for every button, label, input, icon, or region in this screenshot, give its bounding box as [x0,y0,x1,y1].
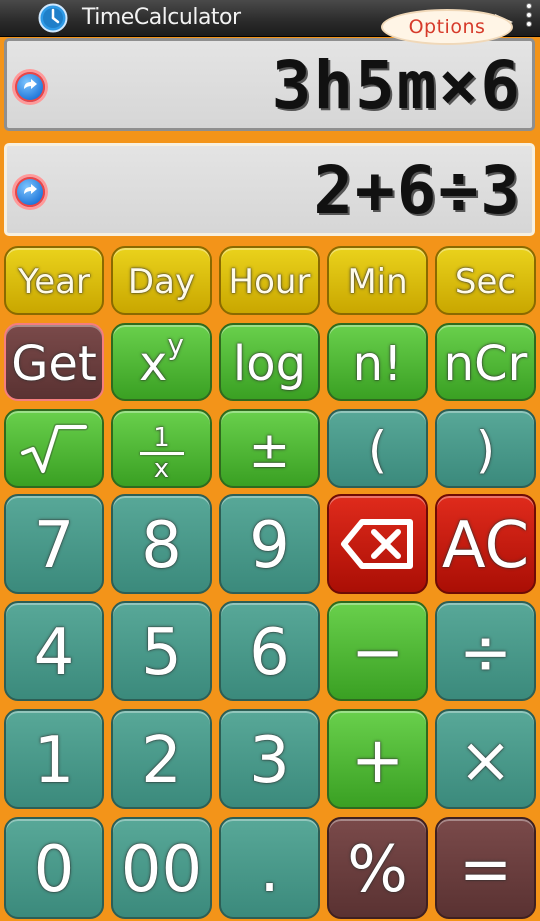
sqrt-button[interactable] [4,409,104,488]
power-button[interactable]: xy [111,323,212,401]
digit-9-button[interactable]: 9 [219,494,320,594]
decimal-point-button[interactable]: . [219,817,320,919]
digit-1-button[interactable]: 1 [4,709,104,809]
secondary-display-text: 2+6÷3 [313,152,522,229]
minus-button[interactable]: − [327,601,428,701]
clock-icon [38,3,68,33]
primary-display[interactable]: 3h5m×6 [4,38,535,131]
digit-4-button[interactable]: 4 [4,601,104,701]
multiply-button[interactable]: × [435,709,536,809]
digit-5-button[interactable]: 5 [111,601,212,701]
log-button[interactable]: log [219,323,320,401]
digit-6-button[interactable]: 6 [219,601,320,701]
sec-button[interactable]: Sec [435,246,536,315]
backspace-button[interactable] [327,494,428,594]
square-root-icon [19,423,89,475]
get-button[interactable]: Get [4,323,104,401]
app-title: TimeCalculator [82,5,241,30]
equals-button[interactable]: = [435,817,536,919]
reciprocal-numerator: 1 [153,423,170,453]
power-base-label: x [139,336,168,392]
all-clear-button[interactable]: AC [435,494,536,594]
reciprocal-denominator: x [153,454,170,484]
right-paren-button[interactable]: ) [435,409,536,488]
backspace-icon [340,519,413,569]
percent-button[interactable]: % [327,817,428,919]
factorial-button[interactable]: n! [327,323,428,401]
min-button[interactable]: Min [327,246,428,315]
power-exponent-label: y [167,328,184,361]
digit-0-button[interactable]: 0 [4,817,104,919]
hour-button[interactable]: Hour [219,246,320,315]
year-button[interactable]: Year [4,246,104,315]
secondary-display[interactable]: 2+6÷3 [4,143,535,236]
arrow-icon[interactable] [15,177,45,207]
digit-2-button[interactable]: 2 [111,709,212,809]
reciprocal-button[interactable]: 1 x [111,409,212,488]
day-button[interactable]: Day [111,246,212,315]
double-zero-button[interactable]: 00 [111,817,212,919]
arrow-icon[interactable] [15,72,45,102]
reciprocal-fraction: 1 x [139,423,184,484]
plus-button[interactable]: + [327,709,428,809]
ncr-button[interactable]: nCr [435,323,536,401]
overflow-menu-icon[interactable] [523,0,535,36]
digit-3-button[interactable]: 3 [219,709,320,809]
primary-display-text: 3h5m×6 [271,47,522,124]
divide-button[interactable]: ÷ [435,601,536,701]
options-button[interactable]: Options [381,9,513,45]
left-paren-button[interactable]: ( [327,409,428,488]
digit-8-button[interactable]: 8 [111,494,212,594]
digit-7-button[interactable]: 7 [4,494,104,594]
plus-minus-button[interactable]: ± [219,409,320,488]
